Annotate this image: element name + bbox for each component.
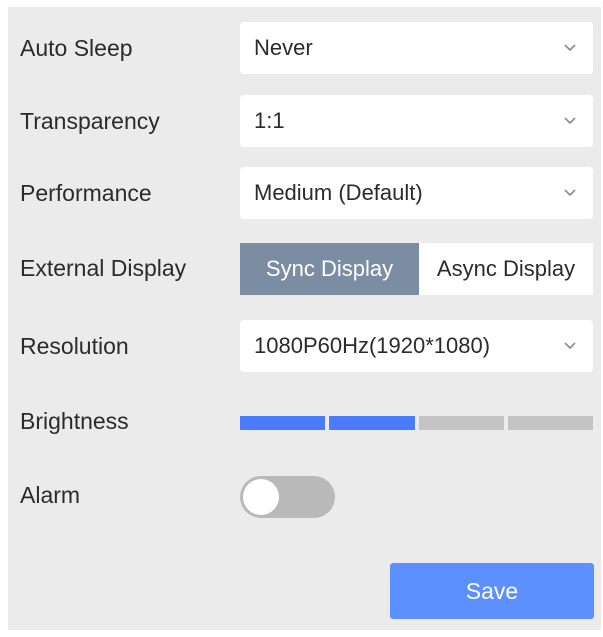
chevron-down-icon [564, 189, 576, 197]
chevron-down-icon [564, 342, 576, 350]
alarm-label: Alarm [20, 482, 81, 508]
brightness-segment[interactable] [240, 416, 326, 430]
resolution-select[interactable]: 1080P60Hz(1920*1080) [240, 320, 593, 372]
alarm-toggle[interactable] [240, 476, 335, 518]
settings-panel: Auto Sleep Never Transparency 1:1 Perfor… [8, 7, 601, 630]
brightness-segment[interactable] [418, 416, 504, 430]
transparency-select[interactable]: 1:1 [240, 95, 593, 147]
brightness-segment[interactable] [507, 416, 593, 430]
external-display-row: External Display Sync Display Async Disp… [8, 239, 601, 297]
brightness-segment[interactable] [329, 416, 415, 430]
auto-sleep-select[interactable]: Never [240, 22, 593, 74]
resolution-value: 1080P60Hz(1920*1080) [254, 333, 491, 358]
async-display-option[interactable]: Async Display [419, 243, 593, 295]
chevron-down-icon [564, 44, 576, 52]
auto-sleep-row: Auto Sleep Never [8, 19, 601, 77]
auto-sleep-value: Never [254, 35, 313, 60]
brightness-row: Brightness [8, 392, 601, 450]
external-display-toggle: Sync Display Async Display [240, 243, 593, 295]
performance-label: Performance [20, 180, 152, 206]
alarm-row: Alarm [8, 466, 601, 524]
transparency-label: Transparency [20, 108, 160, 134]
performance-row: Performance Medium (Default) [8, 164, 601, 222]
transparency-row: Transparency 1:1 [8, 92, 601, 150]
performance-select[interactable]: Medium (Default) [240, 167, 593, 219]
transparency-value: 1:1 [254, 108, 285, 133]
brightness-label: Brightness [20, 408, 129, 434]
resolution-label: Resolution [20, 333, 129, 359]
resolution-row: Resolution 1080P60Hz(1920*1080) [8, 317, 601, 375]
toggle-knob [243, 479, 279, 515]
external-display-label: External Display [20, 255, 187, 281]
sync-display-option[interactable]: Sync Display [240, 243, 419, 295]
auto-sleep-label: Auto Sleep [20, 35, 133, 61]
brightness-slider[interactable] [240, 416, 593, 430]
save-button[interactable]: Save [390, 563, 594, 619]
performance-value: Medium (Default) [254, 180, 423, 205]
chevron-down-icon [564, 117, 576, 125]
